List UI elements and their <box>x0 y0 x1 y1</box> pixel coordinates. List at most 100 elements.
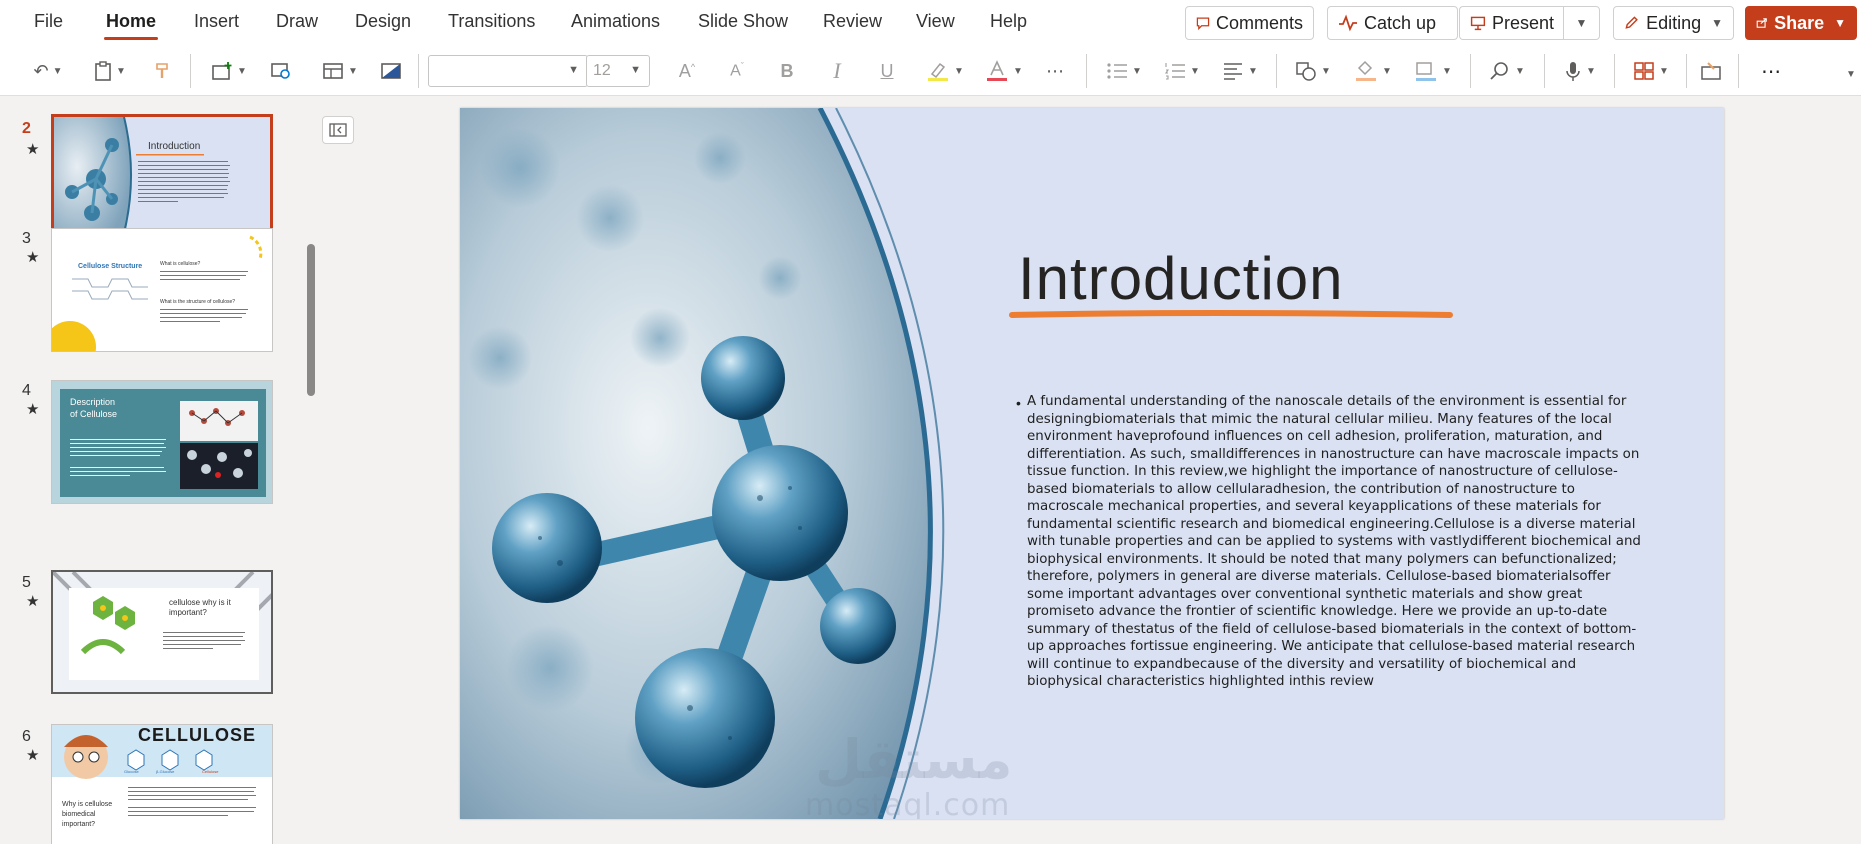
new-slide-icon <box>212 62 232 80</box>
chevron-down-icon: ▼ <box>1575 16 1588 30</box>
slide-title[interactable]: Introduction <box>1018 244 1344 313</box>
thumbnail-6-caption-line-2: biomedical <box>62 811 96 818</box>
more-icon: ⋯ <box>1761 60 1781 83</box>
tab-home[interactable]: Home <box>104 10 159 40</box>
font-size-input[interactable]: 12 ▼ <box>586 55 650 87</box>
bold-icon: B <box>780 60 794 81</box>
background-icon <box>381 63 401 79</box>
thumbnail-5-title-line-1: cellulose why is it <box>169 598 231 607</box>
tab-insert[interactable]: Insert <box>192 10 241 40</box>
underline-button[interactable]: U <box>872 56 902 86</box>
tab-transitions[interactable]: Transitions <box>446 10 537 40</box>
tab-animations[interactable]: Animations <box>569 10 662 40</box>
catch-up-button[interactable]: Catch up <box>1327 6 1458 40</box>
format-painter-button[interactable] <box>148 56 178 86</box>
animation-star-icon: ★ <box>26 593 40 610</box>
grow-font-icon: A^ <box>678 60 696 81</box>
shapes-icon <box>1296 62 1316 81</box>
thumbnail-4-title-line-2: of Cellulose <box>70 409 118 419</box>
thumbnail-slide-4[interactable]: Description of Cellulose <box>51 380 273 504</box>
thumbnail-6-glucose-1: Glucose <box>124 769 139 774</box>
thumbnail-3-question-2: What is the structure of cellulose? <box>160 299 236 305</box>
dictate-button[interactable]: ▼ <box>1558 56 1602 86</box>
tab-slide-show[interactable]: Slide Show <box>696 10 790 40</box>
shape-outline-button[interactable]: ▼ <box>1410 56 1456 86</box>
thumbnail-slide-3[interactable]: Cellulose Structure What is cellulose? W… <box>51 228 273 352</box>
reuse-slides-button[interactable] <box>266 56 296 86</box>
thumbnail-slide-2[interactable]: Introduction <box>51 114 273 238</box>
thumbnail-6-caption-line-1: Why is cellulose <box>62 801 113 808</box>
thumbnail-number: 3 <box>22 230 31 247</box>
thumbnail-slide-6[interactable]: CELLULOSE Glucose β-Glucose Cellulose Wh… <box>51 724 273 844</box>
thumbnail-6-cellulose-label: Cellulose <box>202 769 219 774</box>
comments-button[interactable]: Comments <box>1185 6 1314 40</box>
font-size-value: 12 <box>593 62 611 79</box>
slide-canvas[interactable]: Introduction • A fundamental understandi… <box>460 108 1724 819</box>
thumbnail-5-art <box>53 572 271 692</box>
font-name-input[interactable]: ▼ <box>428 55 588 87</box>
thumbnail-2-title: Introduction <box>148 141 201 152</box>
more-font-button[interactable]: ⋯ <box>1040 56 1070 86</box>
highlight-button[interactable]: ▼ <box>920 56 970 86</box>
shape-fill-icon <box>1356 60 1377 81</box>
comment-icon <box>1196 17 1210 31</box>
font-color-button[interactable]: ▼ <box>980 56 1028 86</box>
format-painter-icon <box>156 63 168 78</box>
share-icon <box>1756 18 1767 28</box>
shape-outline-icon <box>1416 62 1437 81</box>
thumbnail-slide-5[interactable]: cellulose why is it important? <box>51 570 273 694</box>
new-slide-button[interactable]: ▼ <box>206 56 252 86</box>
collapse-thumbnails-button[interactable] <box>322 116 354 144</box>
more-options-button[interactable]: ⋯ <box>1754 56 1788 86</box>
present-dropdown[interactable]: ▼ <box>1563 6 1600 40</box>
animation-star-icon: ★ <box>26 249 40 266</box>
bullet-icon: • <box>1016 395 1021 411</box>
editing-button[interactable]: Editing ▼ <box>1613 6 1734 40</box>
thumbnail-6-banner: CELLULOSE <box>138 725 257 745</box>
chevron-down-icon: ▼ <box>630 64 641 76</box>
share-button[interactable]: Share ▼ <box>1745 6 1857 40</box>
italic-button[interactable]: I <box>822 56 852 86</box>
tab-design[interactable]: Design <box>353 10 413 40</box>
thumbnail-number: 4 <box>22 382 31 399</box>
grow-font-button[interactable]: A^ <box>672 56 702 86</box>
thumbnail-3-title: Cellulose Structure <box>78 263 143 270</box>
designer-button[interactable]: ▼ <box>1628 56 1674 86</box>
editing-label: Editing <box>1646 12 1702 33</box>
layout-button[interactable]: ▼ <box>316 56 364 86</box>
present-button[interactable]: Present <box>1459 6 1564 40</box>
present-icon <box>1470 16 1486 31</box>
find-button[interactable]: ▼ <box>1484 56 1530 86</box>
thumbnail-2-art <box>54 117 230 235</box>
paste-button[interactable]: ▼ <box>88 56 132 86</box>
chevron-down-icon: ▼ <box>568 64 579 76</box>
shape-fill-button[interactable]: ▼ <box>1350 56 1396 86</box>
highlight-icon <box>928 62 949 81</box>
undo-icon: ↶ <box>33 60 49 81</box>
thumbnail-5-title-line-2: important? <box>169 608 207 617</box>
bullets-button[interactable]: ▼ <box>1102 56 1146 86</box>
share-label: Share <box>1774 12 1825 33</box>
tab-help[interactable]: Help <box>988 10 1029 40</box>
search-icon <box>1490 62 1508 80</box>
background-button[interactable] <box>376 56 406 86</box>
shapes-button[interactable]: ▼ <box>1290 56 1336 86</box>
align-button[interactable]: ▼ <box>1218 56 1262 86</box>
ribbon-expand-button[interactable]: ▼ <box>1840 64 1858 84</box>
tab-file[interactable]: File <box>32 10 65 40</box>
undo-button[interactable]: ↶ ▼ <box>26 56 70 86</box>
thumbnails-scrollbar[interactable] <box>307 244 315 396</box>
watermark: مستقل mostaql.com <box>805 728 1013 819</box>
presenter-icon <box>1701 62 1721 80</box>
tab-draw[interactable]: Draw <box>274 10 320 40</box>
thumbnail-number: 5 <box>22 574 31 591</box>
slide-body-text[interactable]: A fundamental understanding of the nanos… <box>1027 393 1647 691</box>
numbering-button[interactable]: ▼ <box>1160 56 1204 86</box>
shrink-font-button[interactable]: Aˇ <box>722 56 752 86</box>
tab-view[interactable]: View <box>914 10 957 40</box>
slide-presenter-button[interactable] <box>1696 56 1726 86</box>
thumbnail-6-caption-line-3: important? <box>62 821 96 828</box>
thumbnail-4-title-line-1: Description <box>70 397 116 407</box>
tab-review[interactable]: Review <box>821 10 884 40</box>
bold-button[interactable]: B <box>772 56 802 86</box>
